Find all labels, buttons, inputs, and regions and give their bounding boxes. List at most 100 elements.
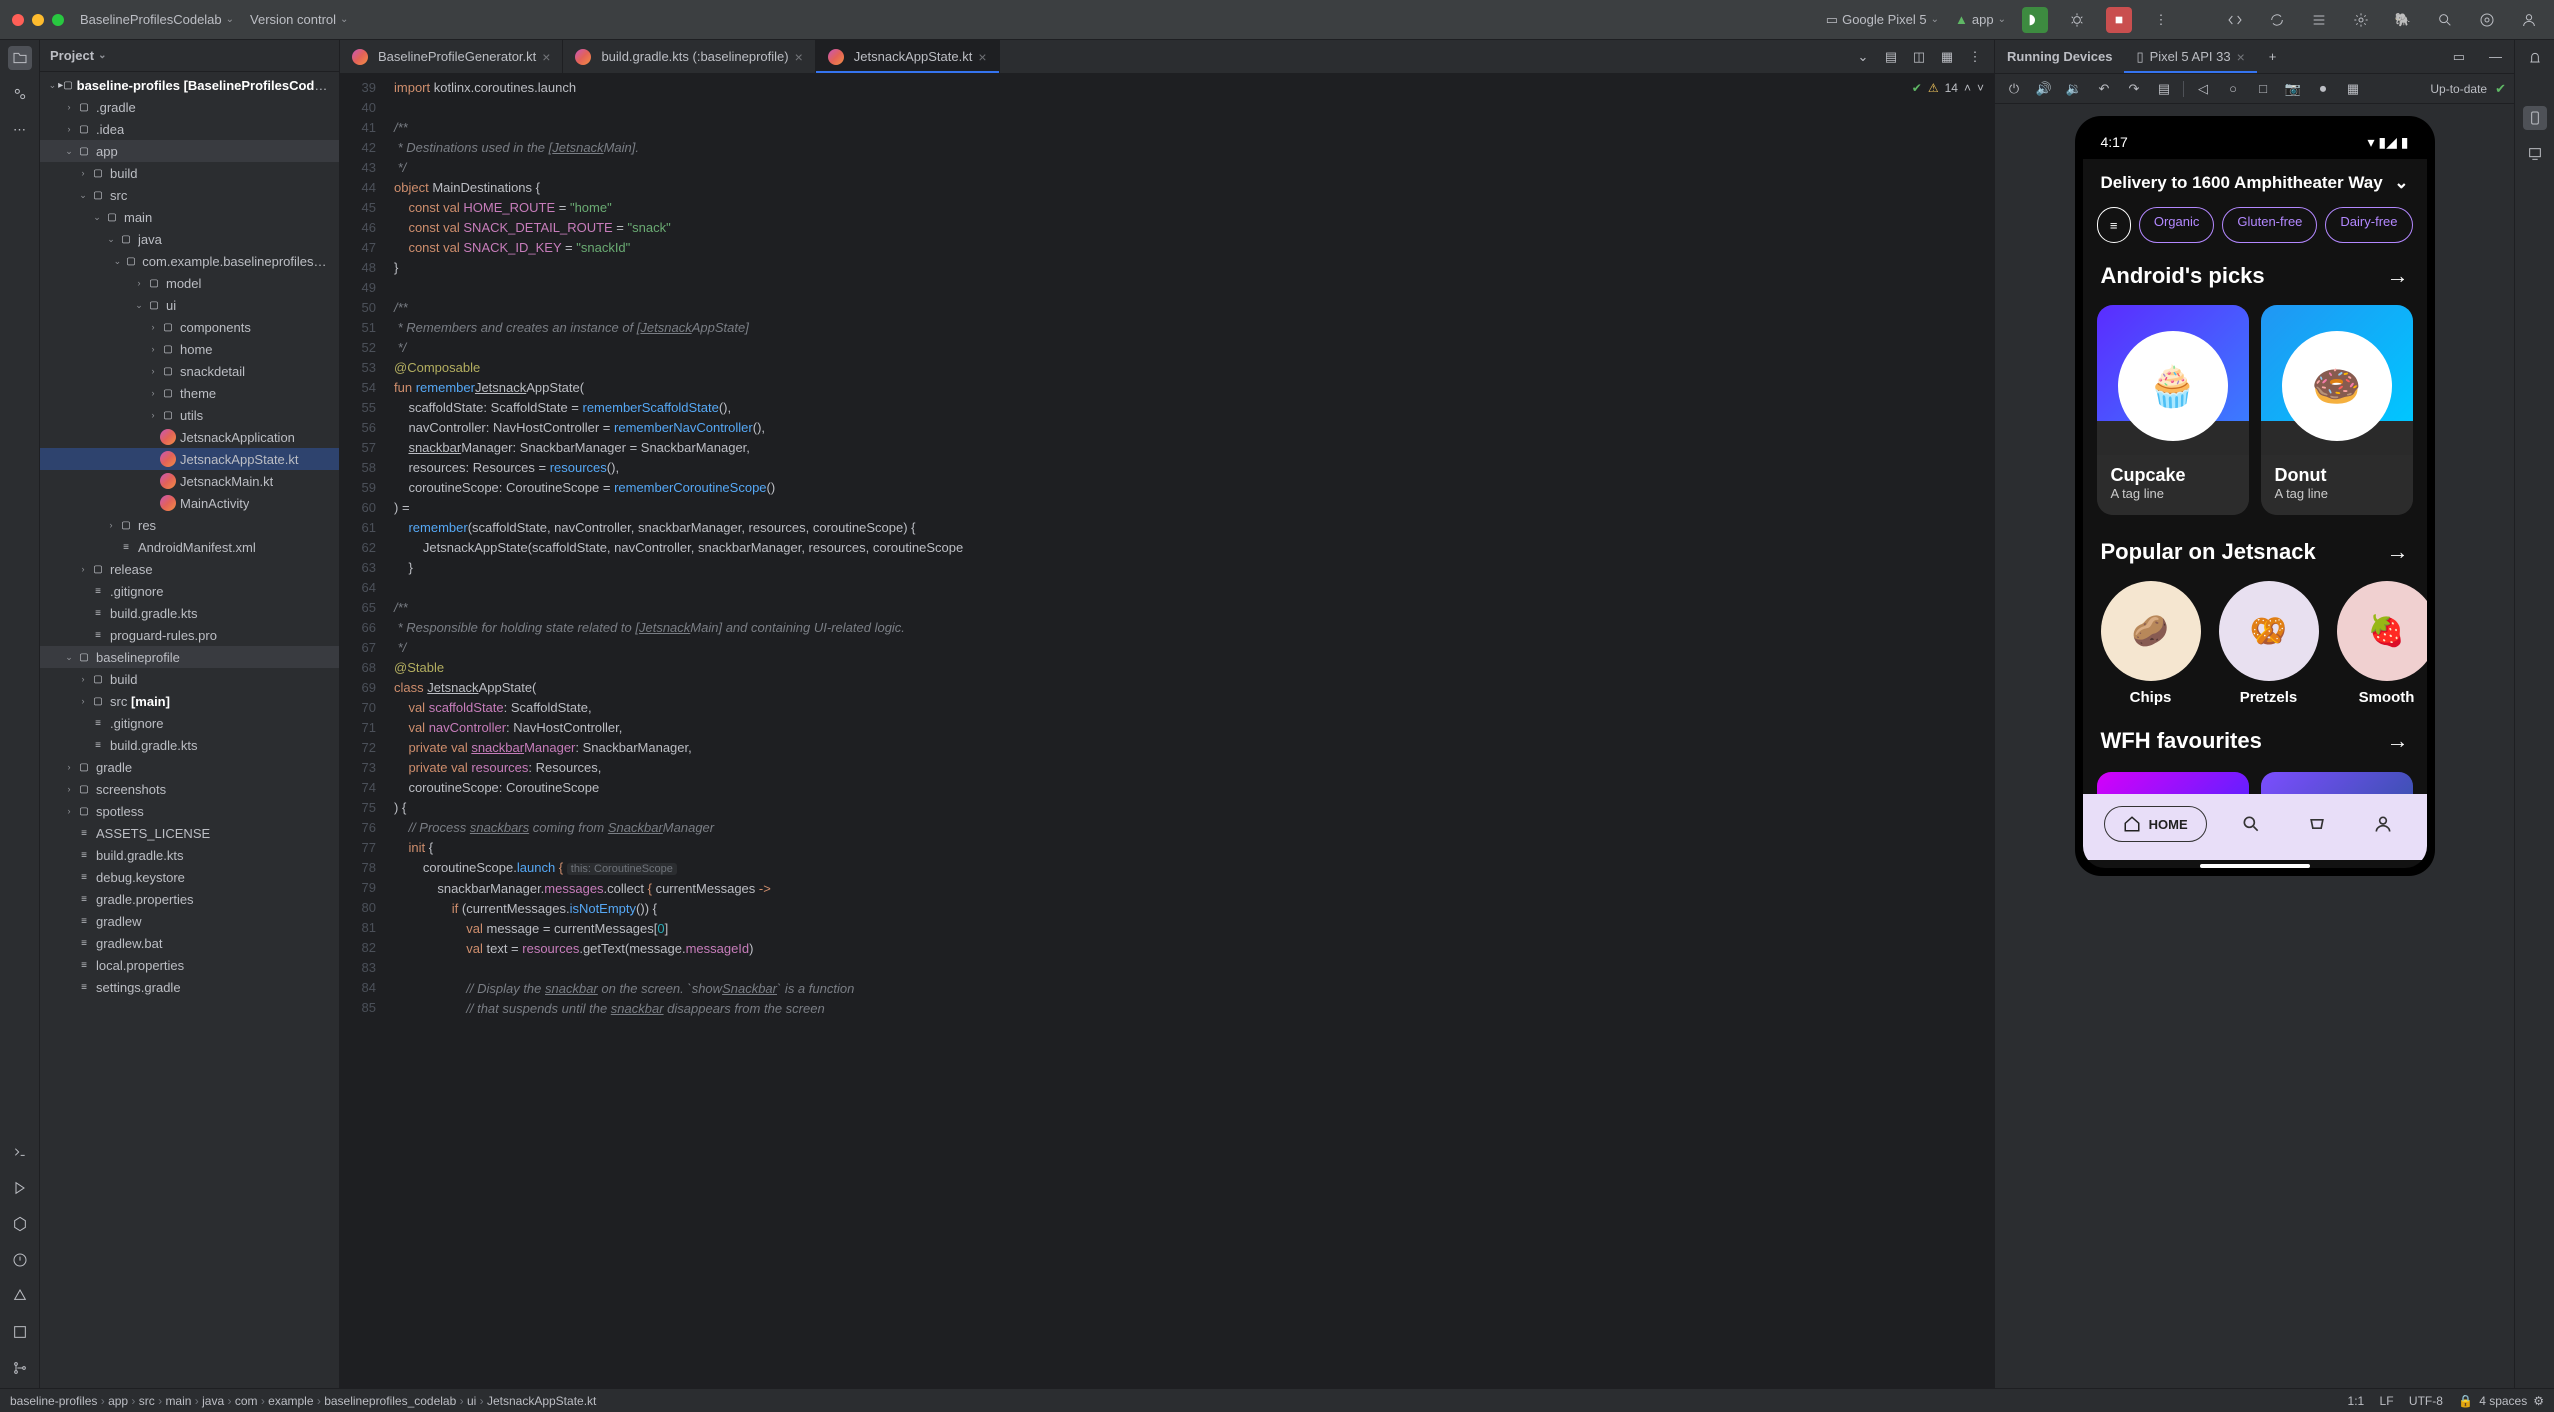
tree-item[interactable]: ›▢build [40, 668, 339, 690]
nav-profile[interactable] [2361, 802, 2405, 846]
tree-item[interactable]: ⌄▢app [40, 140, 339, 162]
tree-item[interactable]: ›▢.gradle [40, 96, 339, 118]
tree-item[interactable]: ›▢src [main] [40, 690, 339, 712]
tree-item[interactable]: ›▢screenshots [40, 778, 339, 800]
tree-item[interactable]: ›▢home [40, 338, 339, 360]
cursor-position[interactable]: 1:1 [2348, 1394, 2365, 1408]
vcs-tool-icon[interactable] [8, 1356, 32, 1380]
close-window[interactable] [12, 14, 24, 26]
layout-icon[interactable]: ▤ [2153, 78, 2175, 100]
line-ending[interactable]: LF [2380, 1394, 2394, 1408]
close-icon[interactable]: × [978, 49, 986, 65]
tree-item[interactable]: ≡gradlew.bat [40, 932, 339, 954]
delivery-address-row[interactable]: Delivery to 1600 Amphitheater Way ⌄ [2083, 159, 2427, 207]
project-panel-header[interactable]: Project ⌄ [40, 40, 339, 72]
device-tab[interactable]: ▯ Pixel 5 API 33 × [2124, 40, 2256, 73]
tree-item[interactable]: ›▢gradle [40, 756, 339, 778]
run-config-selector[interactable]: ▲ app ⌄ [1955, 12, 2006, 27]
section-popular[interactable]: Popular on Jetsnack → [2083, 533, 2427, 571]
editor-tab[interactable]: JetsnackAppState.kt× [816, 40, 1000, 73]
tree-item[interactable]: ⌄▢main [40, 206, 339, 228]
tree-item[interactable]: ≡build.gradle.kts [40, 602, 339, 624]
profiler-icon[interactable] [8, 1284, 32, 1308]
tree-item[interactable]: JetsnackApplication [40, 426, 339, 448]
tree-item[interactable]: ⌄▢ui [40, 294, 339, 316]
readonly-icon[interactable]: 🔒 [2458, 1394, 2473, 1408]
tree-item[interactable]: ≡settings.gradle [40, 976, 339, 998]
screenshot-icon[interactable]: 📷 [2282, 78, 2304, 100]
tree-item[interactable]: ⌄▢com.example.baselineprofiles_codel [40, 250, 339, 272]
tree-item[interactable]: ⌄▢src [40, 184, 339, 206]
code-editor[interactable]: ✔ ⚠ 14 ˄ ˅ 39404142434445464748495051525… [340, 74, 1994, 1388]
settings-icon[interactable] [2474, 7, 2500, 33]
tree-item[interactable]: ›▢components [40, 316, 339, 338]
running-devices-icon[interactable] [2523, 106, 2547, 130]
tree-item[interactable]: ›▢theme [40, 382, 339, 404]
tree-item[interactable]: ›▢utils [40, 404, 339, 426]
code-with-me-icon[interactable] [2222, 7, 2248, 33]
tree-item[interactable]: MainActivity [40, 492, 339, 514]
inspection-badge[interactable]: ✔ ⚠ 14 ˄ ˅ [1912, 78, 1984, 98]
filter-icon[interactable]: ≡ [2097, 207, 2131, 243]
device-selector[interactable]: ▭ Google Pixel 5 ⌄ [1826, 12, 1939, 28]
project-tree[interactable]: ⌄▸▢baseline-profiles [BaselineProfilesCo… [40, 72, 339, 1388]
nav-home[interactable]: HOME [2104, 806, 2207, 842]
volume-down-icon[interactable]: 🔉 [2063, 78, 2085, 100]
tree-item[interactable]: ›▢model [40, 272, 339, 294]
chip-organic[interactable]: Organic [2139, 207, 2215, 243]
app-inspection-icon[interactable] [8, 1320, 32, 1344]
volume-up-icon[interactable]: 🔊 [2033, 78, 2055, 100]
item-chips[interactable]: 🥔 Chips [2101, 581, 2201, 706]
tree-root[interactable]: ⌄▸▢baseline-profiles [BaselineProfilesCo… [40, 74, 339, 96]
tree-item[interactable]: JetsnackAppState.kt [40, 448, 339, 470]
tree-item[interactable]: ⌄▢java [40, 228, 339, 250]
display-icon[interactable]: ▦ [2342, 78, 2364, 100]
build-icon[interactable] [8, 1212, 32, 1236]
wfh-card[interactable] [2261, 772, 2413, 794]
minimize-window[interactable] [32, 14, 44, 26]
power-icon[interactable]: ⏻ [2003, 78, 2025, 100]
gear-icon[interactable] [2348, 7, 2374, 33]
section-androids-picks[interactable]: Android's picks → [2083, 257, 2427, 295]
tree-item[interactable]: ≡build.gradle.kts [40, 844, 339, 866]
tree-item[interactable]: ›▢res [40, 514, 339, 536]
minimize-icon[interactable]: — [2477, 40, 2514, 73]
nav-cart[interactable] [2295, 802, 2339, 846]
list-view-icon[interactable]: ▤ [1880, 46, 1902, 68]
rotate-left-icon[interactable]: ↶ [2093, 78, 2115, 100]
tab-dropdown-icon[interactable]: ⌄ [1852, 46, 1874, 68]
tree-item[interactable]: ≡debug.keystore [40, 866, 339, 888]
tree-item[interactable]: ›▢release [40, 558, 339, 580]
add-device-tab[interactable]: + [2257, 40, 2289, 73]
run-tool-icon[interactable] [8, 1176, 32, 1200]
section-wfh[interactable]: WFH favourites → [2083, 722, 2427, 764]
tree-item[interactable]: ›▢.idea [40, 118, 339, 140]
tree-item[interactable]: ≡.gitignore [40, 580, 339, 602]
editor-tab[interactable]: build.gradle.kts (:baselineprofile)× [563, 40, 815, 73]
tree-item[interactable]: ≡ASSETS_LICENSE [40, 822, 339, 844]
card-cupcake[interactable]: 🧁 Cupcake A tag line [2097, 305, 2249, 515]
close-icon[interactable]: × [795, 49, 803, 65]
item-smoothie[interactable]: 🍓 Smooth [2337, 581, 2427, 706]
resource-manager-icon[interactable] [8, 82, 32, 106]
breadcrumbs[interactable]: baseline-profiles › app › src › main › j… [10, 1394, 596, 1408]
split-view-icon[interactable]: ◫ [1908, 46, 1930, 68]
card-donut[interactable]: 🍩 Donut A tag line [2261, 305, 2413, 515]
tree-item[interactable]: ≡local.properties [40, 954, 339, 976]
debug-button[interactable] [2064, 7, 2090, 33]
down-icon[interactable]: ˅ [1977, 78, 1984, 98]
indent[interactable]: 4 spaces [2479, 1394, 2527, 1408]
chip-dairyfree[interactable]: Dairy-free [2325, 207, 2412, 243]
close-icon[interactable]: × [542, 49, 550, 65]
tree-item[interactable]: ≡gradlew [40, 910, 339, 932]
encoding[interactable]: UTF-8 [2409, 1394, 2443, 1408]
vcs-menu[interactable]: Version control ⌄ [250, 12, 348, 27]
close-icon[interactable]: × [2237, 49, 2245, 65]
window-icon[interactable]: ▭ [2441, 40, 2477, 73]
search-icon[interactable] [2432, 7, 2458, 33]
tree-item[interactable]: ≡build.gradle.kts [40, 734, 339, 756]
list-icon[interactable] [2306, 7, 2332, 33]
device-manager-icon[interactable] [2523, 142, 2547, 166]
tree-item[interactable]: JetsnackMain.kt [40, 470, 339, 492]
wfh-card[interactable] [2097, 772, 2249, 794]
